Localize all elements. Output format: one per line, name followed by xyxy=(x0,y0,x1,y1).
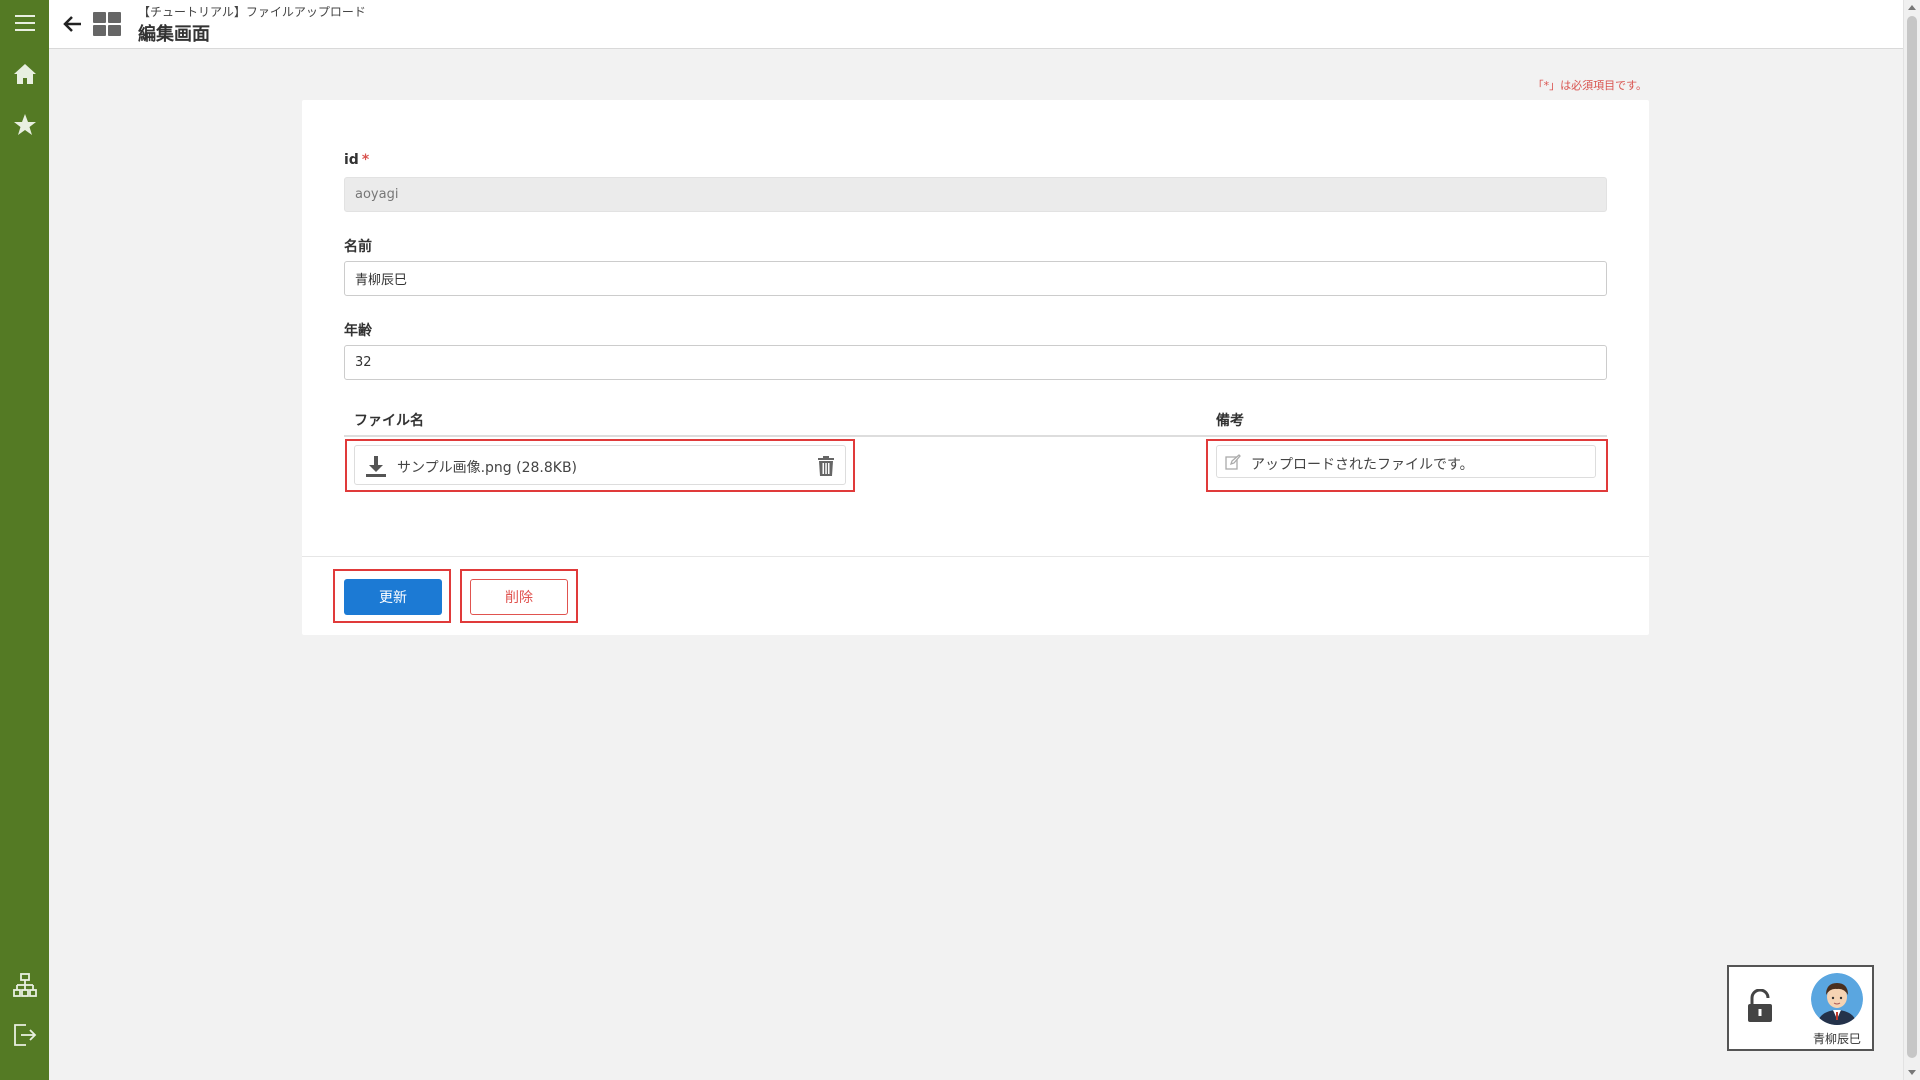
scroll-up-arrow[interactable] xyxy=(1908,5,1916,10)
age-label: 年齢 xyxy=(344,323,372,339)
page-title: 編集画面 xyxy=(138,24,210,45)
sitemap-button[interactable] xyxy=(0,963,49,1007)
menu-button[interactable] xyxy=(0,1,49,45)
required-note: 「*」は必須項目です。 xyxy=(1532,79,1647,92)
sidebar xyxy=(0,0,49,1080)
file-name-link[interactable]: サンプル画像.png (28.8KB) xyxy=(397,457,577,477)
file-item: サンプル画像.png (28.8KB) xyxy=(354,445,846,485)
edit-icon xyxy=(1225,454,1241,470)
id-label: id * xyxy=(344,152,369,168)
delete-button[interactable]: 削除 xyxy=(470,579,568,615)
age-field[interactable] xyxy=(344,345,1607,380)
home-button[interactable] xyxy=(0,52,49,96)
id-field xyxy=(344,177,1607,212)
name-field[interactable] xyxy=(344,261,1607,296)
id-label-text: id xyxy=(344,152,359,168)
user-name: 青柳辰巳 xyxy=(1812,1032,1861,1046)
logout-button[interactable] xyxy=(0,1013,49,1057)
back-button[interactable] xyxy=(61,12,85,36)
logout-icon xyxy=(13,1024,36,1046)
scroll-down-arrow[interactable] xyxy=(1908,1070,1916,1075)
required-mark: * xyxy=(361,152,370,168)
avatar[interactable] xyxy=(1811,973,1863,1025)
favorites-button[interactable] xyxy=(0,103,49,147)
name-label: 名前 xyxy=(344,239,372,255)
note-text: アップロードされたファイルです。 xyxy=(1251,457,1474,473)
lock-icon[interactable] xyxy=(1746,989,1774,1023)
home-icon xyxy=(13,64,36,84)
trash-icon[interactable] xyxy=(816,455,836,477)
star-icon xyxy=(13,114,36,135)
scroll-thumb[interactable] xyxy=(1907,16,1917,1058)
note-field[interactable]: アップロードされたファイルです。 xyxy=(1216,445,1596,478)
apps-grid-icon[interactable] xyxy=(93,12,121,36)
table-divider xyxy=(344,435,1607,437)
column-header-filename: ファイル名 xyxy=(354,413,424,429)
back-arrow-icon xyxy=(63,16,81,32)
download-icon[interactable] xyxy=(364,454,388,478)
update-button[interactable]: 更新 xyxy=(344,579,442,615)
edit-form-card: id* 名前 年齢 ファイル名 備考 サンプル画像.png (28.8KB) ア… xyxy=(302,100,1649,635)
user-widget: 青柳辰巳 xyxy=(1727,965,1874,1051)
column-header-note: 備考 xyxy=(1216,413,1244,429)
footer-divider xyxy=(302,556,1649,557)
sitemap-icon xyxy=(12,973,37,997)
breadcrumb: 【チュートリアル】ファイルアップロード xyxy=(138,5,366,19)
header: 【チュートリアル】ファイルアップロード 編集画面 xyxy=(49,0,1903,49)
scrollbar[interactable] xyxy=(1903,0,1920,1080)
menu-icon xyxy=(14,15,35,31)
